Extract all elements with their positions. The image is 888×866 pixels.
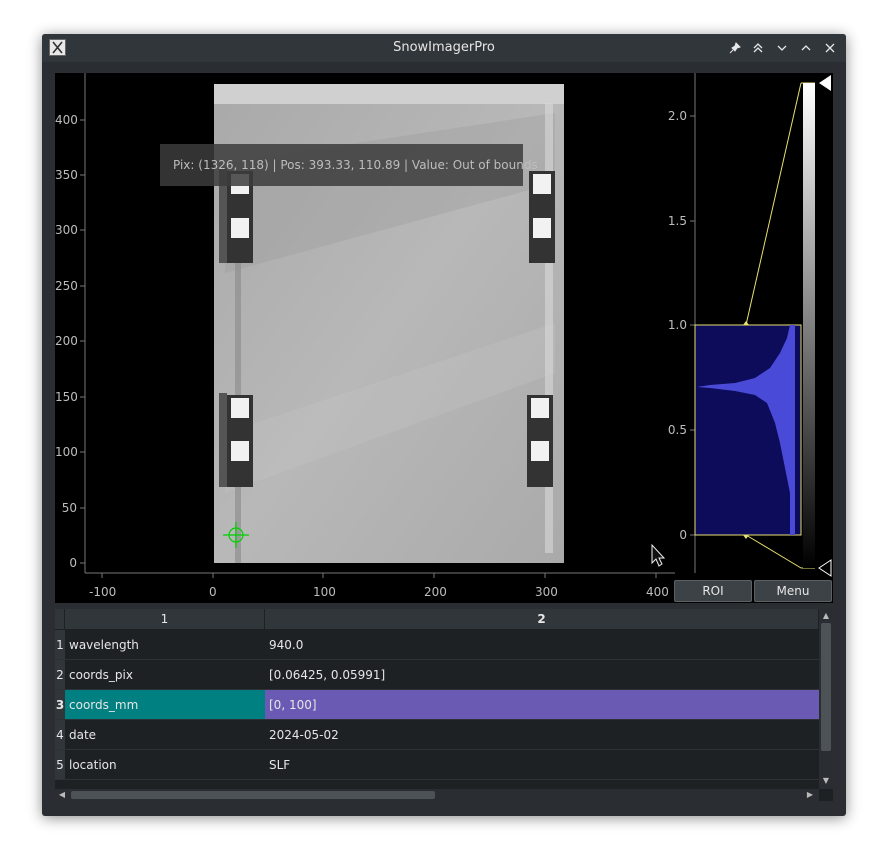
scroll-down-icon[interactable]: ▼ — [821, 776, 831, 786]
y-tick-label: 350 — [55, 168, 78, 182]
value-cell[interactable]: [0, 100] — [265, 690, 819, 719]
value-cell[interactable]: SLF — [265, 750, 819, 779]
table-row[interactable]: 2 coords_pix [0.06425, 0.05991] — [55, 660, 819, 690]
y-tick-label: 150 — [55, 390, 78, 404]
table-row[interactable]: 5 location SLF — [55, 750, 819, 780]
minimize-icon[interactable] — [773, 39, 791, 57]
x-tick-label: 400 — [646, 585, 669, 599]
table-corner[interactable] — [55, 609, 65, 629]
scroll-right-icon[interactable]: ▶ — [805, 790, 815, 800]
table-row[interactable]: 4 date 2024-05-02 — [55, 720, 819, 750]
position-readout: Pix: (1326, 118) | Pos: 393.33, 110.89 |… — [160, 144, 538, 186]
row-number[interactable]: 2 — [55, 660, 65, 689]
horizontal-scroll-thumb[interactable] — [71, 791, 435, 799]
scroll-up-icon[interactable]: ▲ — [821, 611, 831, 621]
y-tick-label: 50 — [61, 501, 77, 515]
pin-icon[interactable] — [726, 39, 744, 57]
hist-tick-label: 0 — [679, 528, 687, 542]
title-bar[interactable]: SnowImagerPro — [42, 34, 846, 62]
row-number[interactable]: 1 — [55, 630, 65, 659]
hist-tick-label: 1.5 — [667, 214, 687, 228]
y-tick-label: 200 — [55, 334, 78, 348]
table-row-selected[interactable]: 3 coords_mm [0, 100] — [55, 690, 819, 720]
key-cell[interactable]: coords_pix — [65, 660, 265, 689]
key-cell[interactable]: coords_mm — [65, 690, 265, 719]
key-cell[interactable]: wavelength — [65, 630, 265, 659]
x-tick-label: 300 — [535, 585, 558, 599]
close-icon[interactable] — [821, 39, 839, 57]
key-cell[interactable]: location — [65, 750, 265, 779]
value-cell[interactable]: 940.0 — [265, 630, 819, 659]
row-number[interactable]: 3 — [55, 690, 65, 719]
x-tick-label: 100 — [313, 585, 336, 599]
horizontal-scrollbar[interactable]: ◀ ▶ — [55, 789, 819, 801]
row-number[interactable]: 4 — [55, 720, 65, 749]
y-tick-label: 300 — [55, 223, 78, 237]
value-cell[interactable]: [0.06425, 0.05991] — [265, 660, 819, 689]
image-view[interactable]: -100 0 100 200 300 400 0 50 100 150 200 … — [55, 73, 833, 603]
app-window: SnowImagerPro -100 0 100 200 300 400 0 5… — [42, 34, 846, 816]
vertical-scroll-thumb[interactable] — [821, 623, 831, 751]
maximize-icon[interactable] — [797, 39, 815, 57]
column-header[interactable]: 1 — [65, 609, 265, 629]
row-number[interactable]: 5 — [55, 750, 65, 779]
x-tick-label: 0 — [209, 585, 217, 599]
vertical-scrollbar[interactable]: ▲ ▼ — [819, 609, 833, 789]
keep-above-icon[interactable] — [749, 39, 767, 57]
value-cell[interactable]: 2024-05-02 — [265, 720, 819, 749]
hist-tick-label: 2.0 — [667, 109, 687, 123]
y-tick-label: 0 — [69, 556, 77, 570]
metadata-table: 1 2 1 wavelength 940.0 2 coords_pix [0.0… — [55, 609, 833, 801]
scroll-left-icon[interactable]: ◀ — [57, 790, 67, 800]
column-header[interactable]: 2 — [265, 609, 819, 629]
y-tick-label: 250 — [55, 279, 78, 293]
hist-tick-label: 1.0 — [667, 318, 687, 332]
y-tick-label: 100 — [55, 445, 78, 459]
table-row[interactable]: 1 wavelength 940.0 — [55, 630, 819, 660]
x-tick-label: 200 — [424, 585, 447, 599]
hist-tick-label: 0.5 — [667, 423, 687, 437]
menu-button[interactable]: Menu — [754, 580, 832, 602]
roi-button[interactable]: ROI — [674, 580, 752, 602]
x-tick-label: -100 — [89, 585, 117, 599]
key-cell[interactable]: date — [65, 720, 265, 749]
y-tick-label: 400 — [55, 113, 78, 127]
